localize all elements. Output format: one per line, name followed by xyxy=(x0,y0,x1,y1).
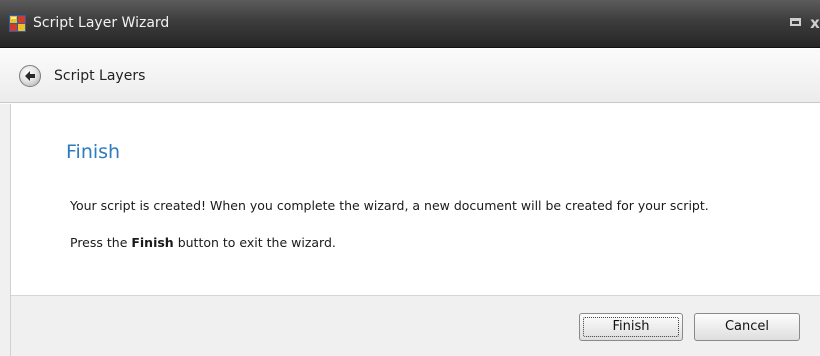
restore-icon[interactable] xyxy=(784,12,806,34)
cancel-button[interactable]: Cancel xyxy=(694,313,800,341)
focus-rectangle xyxy=(583,317,679,337)
finish-button[interactable]: Finish xyxy=(579,313,683,341)
instruction-text-start: Press the xyxy=(70,235,132,250)
header-title: Script Layers xyxy=(54,68,146,84)
cancel-button-label: Cancel xyxy=(724,319,770,334)
wizard-app-icon xyxy=(9,15,26,32)
instruction-text-bold: Finish xyxy=(131,235,174,250)
close-icon[interactable]: x xyxy=(804,12,820,34)
instruction-text: Press the Finish button to exit the wiza… xyxy=(70,234,336,252)
back-arrow-icon[interactable] xyxy=(19,65,41,87)
left-border xyxy=(0,104,11,356)
instruction-text-end: button to exit the wizard. xyxy=(173,235,336,250)
window-title: Script Layer Wizard xyxy=(33,15,170,31)
title-bar[interactable]: Script Layer Wizard x xyxy=(0,0,820,48)
description-text: Your script is created! When you complet… xyxy=(70,198,709,213)
page-title: Finish xyxy=(66,141,121,163)
wizard-window: Script Layer Wizard x Script Layers Fini… xyxy=(0,0,820,356)
